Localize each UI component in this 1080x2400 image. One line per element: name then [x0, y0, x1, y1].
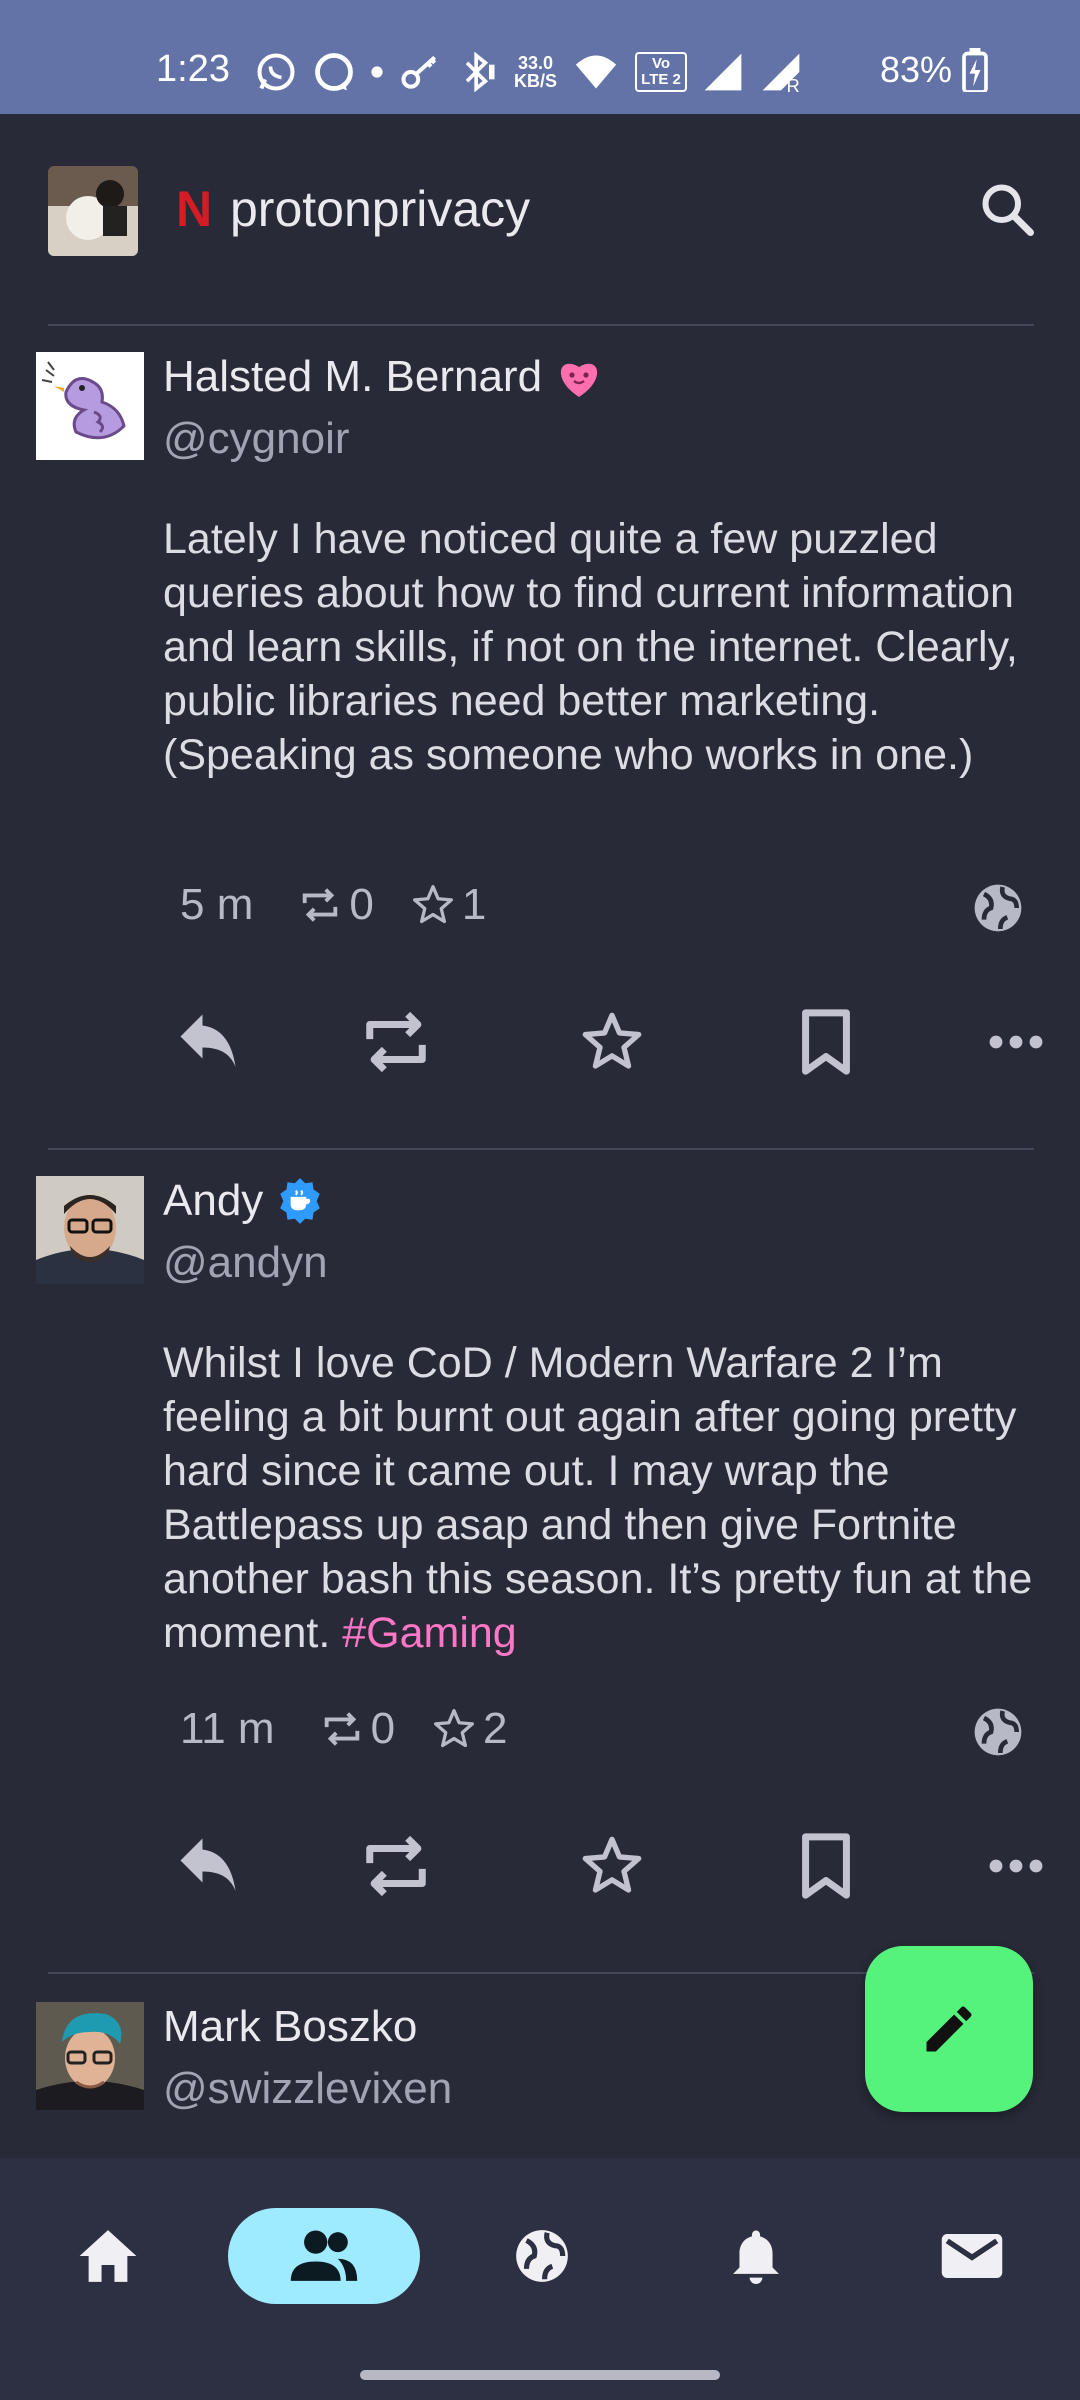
- key-icon: [401, 55, 437, 89]
- boost-icon: [366, 1835, 426, 1897]
- network-speed: 33.0 KB/S: [514, 53, 558, 91]
- verified-coffee-badge-icon: [280, 1178, 321, 1224]
- nav-local[interactable]: [228, 2208, 420, 2304]
- display-name[interactable]: Andy: [163, 1176, 263, 1226]
- divider: [48, 1148, 1034, 1150]
- boost-small-icon: [324, 1712, 359, 1746]
- signal-app-icon: [315, 53, 353, 91]
- post-meta: 5 m 0 1: [180, 880, 522, 930]
- bookmark-button[interactable]: [786, 1826, 866, 1906]
- boost-icon: [366, 1011, 426, 1073]
- bottom-navigation: [0, 2158, 1080, 2358]
- visibility-indicator: [970, 880, 1026, 936]
- nav-home[interactable]: [56, 2208, 160, 2304]
- cell-signal-roaming-icon: R: [762, 53, 800, 94]
- boost-button[interactable]: [356, 1002, 436, 1082]
- globe-icon: [974, 1708, 1022, 1756]
- handle[interactable]: @andyn: [163, 1238, 328, 1288]
- globe-icon: [516, 2230, 568, 2282]
- post-actions: [0, 1002, 1080, 1092]
- boost-small-icon: [303, 888, 338, 922]
- heart-emoji-icon: [560, 363, 598, 397]
- globe-icon: [974, 884, 1022, 932]
- bluetooth-vibrate-icon: [465, 51, 495, 93]
- svg-text:R: R: [787, 75, 800, 94]
- handle[interactable]: @swizzlevixen: [163, 2064, 452, 2114]
- post-actions: [0, 1826, 1080, 1916]
- nav-federated[interactable]: [490, 2208, 594, 2304]
- favourite-count: 2: [431, 1704, 508, 1754]
- handle[interactable]: @cygnoir: [163, 414, 350, 464]
- display-name[interactable]: Halsted M. Bernard: [163, 352, 542, 402]
- post-time: 11 m: [180, 1704, 275, 1753]
- favourite-button[interactable]: [572, 1002, 652, 1082]
- search-icon: [982, 184, 1034, 236]
- home-icon: [79, 2230, 137, 2282]
- boost-button[interactable]: [356, 1826, 436, 1906]
- cell-signal-icon: [704, 53, 742, 91]
- brand-logo: N: [176, 181, 213, 237]
- name-row: Andy: [163, 1176, 325, 1226]
- search-button[interactable]: [978, 180, 1038, 240]
- dot-icon: [371, 66, 383, 78]
- pencil-icon: [926, 2006, 972, 2052]
- compose-button[interactable]: [865, 1946, 1033, 2112]
- status-time: 1:23: [156, 48, 230, 90]
- star-icon: [582, 1836, 642, 1893]
- mail-icon: [941, 2234, 1003, 2278]
- status-post[interactable]: Halsted M. Bernard @cygnoir Lately I hav…: [0, 352, 1080, 1132]
- post-content: Whilst I love CoD / Modern Warfare 2 I’m…: [163, 1336, 1043, 1660]
- battery-indicator: 83%: [880, 48, 988, 92]
- bell-icon: [733, 2230, 779, 2284]
- status-post[interactable]: Andy @andyn Whilst I love CoD / Modern W…: [0, 1176, 1080, 1956]
- post-meta: 11 m 0 2: [180, 1704, 544, 1754]
- hashtag-link[interactable]: #Gaming: [342, 1609, 516, 1657]
- name-row: Halsted M. Bernard: [163, 352, 604, 402]
- avatar[interactable]: [36, 352, 144, 460]
- gesture-bar[interactable]: [360, 2370, 720, 2380]
- avatar[interactable]: [36, 2002, 144, 2110]
- boost-count: 0: [319, 1704, 395, 1754]
- more-icon: [989, 1859, 1043, 1873]
- boost-count: 0: [297, 880, 374, 930]
- post-text: Lately I have noticed quite a few puzzle…: [163, 515, 1018, 779]
- reply-icon: [180, 1838, 236, 1891]
- nav-notifications[interactable]: [704, 2208, 808, 2304]
- favourite-button[interactable]: [572, 1826, 652, 1906]
- more-button[interactable]: [976, 1002, 1056, 1082]
- favourite-count: 1: [410, 880, 486, 930]
- post-time: 5 m: [180, 880, 254, 929]
- reply-button[interactable]: [168, 1826, 248, 1906]
- more-button[interactable]: [976, 1826, 1056, 1906]
- app-header: N protonprivacy: [0, 114, 1080, 324]
- status-icons: 33.0 KB/S Vo LTE 2 R: [254, 42, 803, 102]
- post-text: Whilst I love CoD / Modern Warfare 2 I’m…: [163, 1339, 1033, 1657]
- avatar[interactable]: [36, 1176, 144, 1284]
- display-name[interactable]: Mark Boszko: [163, 2002, 417, 2052]
- battery-charging-icon: [962, 48, 988, 92]
- volte-badge: Vo LTE 2: [635, 52, 688, 92]
- status-bar: 1:23 33.0 KB/S Vo LTE 2 R 83%: [0, 0, 1080, 114]
- nav-direct-messages[interactable]: [920, 2208, 1024, 2304]
- account-avatar[interactable]: [48, 166, 138, 256]
- reply-icon: [180, 1014, 236, 1067]
- bookmark-button[interactable]: [786, 1002, 866, 1082]
- reply-button[interactable]: [168, 1002, 248, 1082]
- bookmark-icon: [802, 1833, 850, 1899]
- name-row: Mark Boszko: [163, 2002, 417, 2052]
- account-name[interactable]: protonprivacy: [230, 180, 530, 238]
- divider: [48, 324, 1034, 326]
- star-small-icon: [434, 1709, 475, 1748]
- whatsapp-icon: [257, 53, 295, 91]
- star-icon: [582, 1012, 642, 1069]
- people-icon: [290, 2230, 358, 2281]
- star-small-icon: [412, 885, 453, 924]
- more-icon: [989, 1035, 1043, 1049]
- post-content: Lately I have noticed quite a few puzzle…: [163, 512, 1043, 782]
- wifi-icon: [575, 55, 617, 89]
- bookmark-icon: [802, 1009, 850, 1075]
- battery-percent: 83%: [880, 49, 953, 90]
- visibility-indicator: [970, 1704, 1026, 1760]
